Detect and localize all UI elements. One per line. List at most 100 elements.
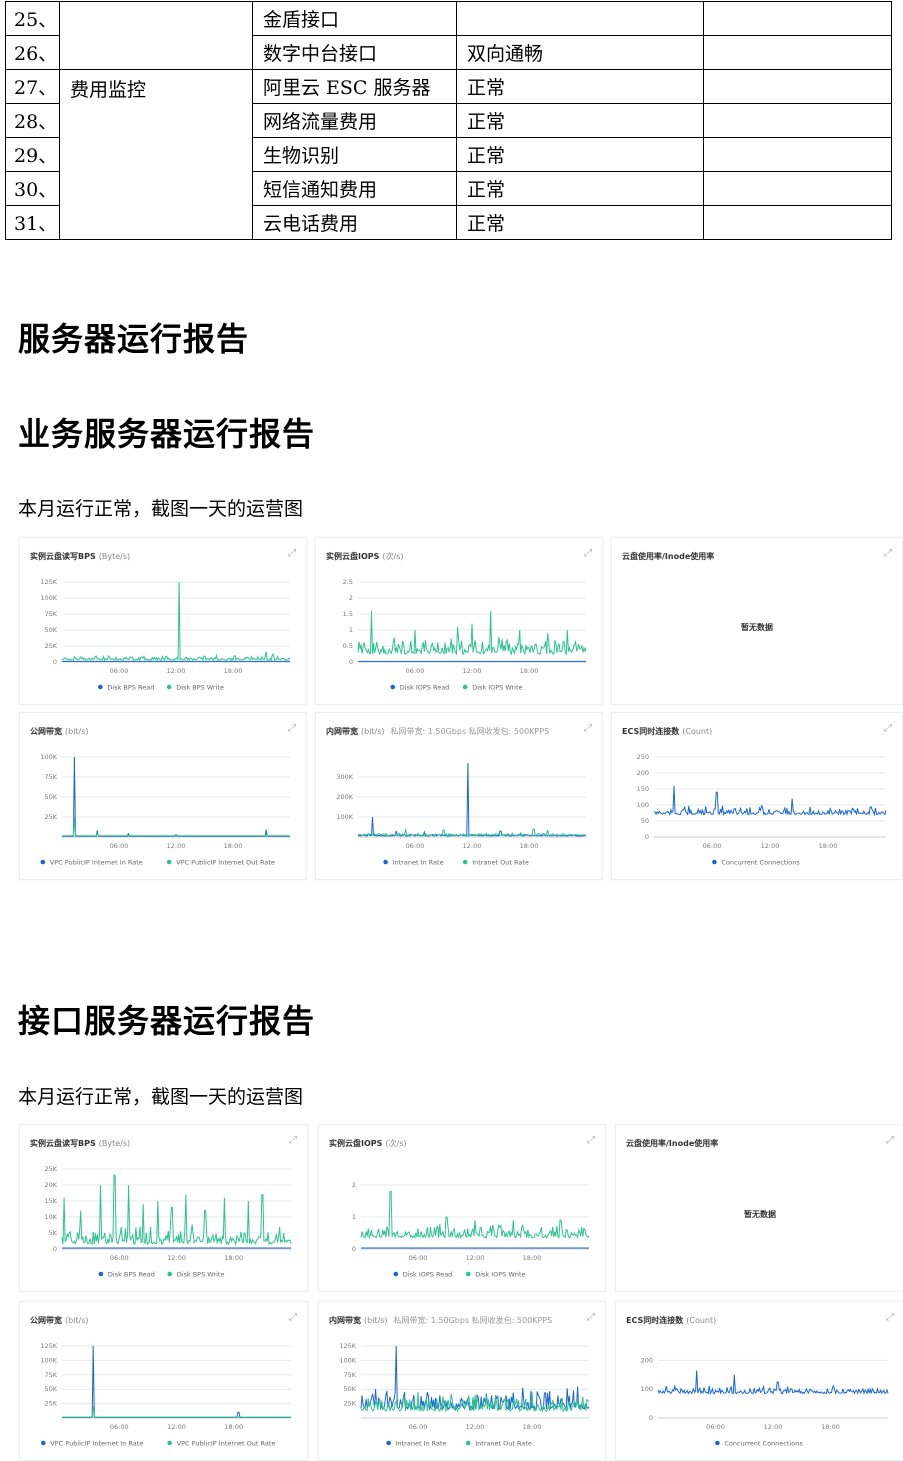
- interface-note: 本月运行正常，截图一天的运营图: [18, 1086, 304, 1108]
- row-index: 26、: [5, 35, 60, 70]
- business-report-heading: 业务服务器运行报告: [18, 415, 316, 453]
- table-row: 25、 金盾接口: [5, 1, 892, 70]
- x-tick-label: 06:00: [406, 842, 425, 850]
- legend-marker: [462, 859, 468, 865]
- legend-label: Disk BPS Read: [107, 684, 154, 692]
- y-tick-label: 2: [352, 1181, 356, 1189]
- y-tick-label: 250: [637, 753, 649, 761]
- y-tick-label: 0.5: [343, 642, 353, 650]
- x-tick-label: 18:00: [520, 842, 539, 850]
- y-tick-label: 50K: [44, 1385, 57, 1393]
- y-tick-label: 75K: [44, 610, 57, 618]
- y-tick-label: 25K: [44, 1400, 57, 1408]
- row-index: 29、: [5, 137, 60, 172]
- legend-label: VPC PublicIP Internet In Rate: [50, 1440, 143, 1448]
- y-tick-label: 125K: [339, 1342, 356, 1350]
- legend-marker: [465, 1271, 471, 1277]
- x-tick-label: 12:00: [167, 842, 186, 850]
- panel-public-bandwidth: 公网带宽 (bit/s) ⤢ 25K 50K 75K 100K 06:00 12:00 18:…: [19, 712, 307, 880]
- y-tick-label: 1: [349, 626, 353, 634]
- x-tick-label: 06:00: [110, 1423, 129, 1431]
- item-remark: [703, 137, 892, 172]
- y-tick-label: 25K: [44, 642, 57, 650]
- x-tick-label: 18:00: [523, 1423, 542, 1431]
- chart-intranet-bandwidth: 100K 200K 300K 06:00 12:00 18:00 Intranet In R…: [336, 762, 587, 867]
- x-tick-label: 12:00: [463, 667, 482, 675]
- panel-disk-iops: 实例云盘IOPS (次/s) ⤢ 0 0.5 1 1.5 2 2.5 06:00 12:00 18…: [315, 537, 603, 705]
- legend-marker: [465, 1440, 471, 1446]
- server-report-heading: 服务器运行报告: [18, 320, 250, 358]
- series-line: [357, 828, 587, 837]
- item-name: 网络流量费用: [252, 103, 457, 138]
- x-tick-label: 18:00: [523, 1254, 542, 1262]
- x-tick-label: 12:00: [463, 842, 482, 850]
- series-line: [657, 1370, 889, 1396]
- legend-marker: [40, 859, 46, 865]
- series-line: [357, 610, 587, 656]
- item-remark: [703, 171, 892, 206]
- x-tick-label: 06:00: [409, 1423, 428, 1431]
- y-tick-label: 5K: [49, 1229, 58, 1237]
- legend-marker: [462, 684, 468, 690]
- panel-title: 云盘使用率/Inode使用率: [626, 1139, 719, 1148]
- panel-disk-usage: 云盘使用率/Inode使用率 ⤢ 暂无数据: [615, 1124, 903, 1292]
- y-tick-label: 100K: [40, 594, 57, 602]
- panel-title: 云盘使用率/Inode使用率: [622, 552, 715, 561]
- item-status: 正常: [456, 205, 704, 240]
- series-line: [360, 1190, 590, 1240]
- item-name: 云电话费用: [252, 205, 457, 240]
- item-status: 正常: [456, 69, 704, 104]
- item-remark: [703, 1, 892, 36]
- legend-label: Disk IOPS Write: [475, 1271, 525, 1279]
- row-index: 25、: [5, 1, 60, 36]
- y-tick-label: 2: [349, 594, 353, 602]
- x-tick-label: 18:00: [224, 1254, 243, 1262]
- expand-icon[interactable]: ⤢: [884, 548, 892, 559]
- interface-report-heading: 接口服务器运行报告: [18, 1002, 316, 1040]
- y-tick-label: 50: [641, 817, 649, 825]
- legend-label: Intranet Out Rate: [475, 1440, 532, 1448]
- panel-connections: ECS同时连接数 (Count) ⤢ 0 100 200 06:00 12:00 18:00…: [615, 1301, 903, 1461]
- legend-label: Intranet In Rate: [393, 859, 444, 867]
- y-tick-label: 1.5: [343, 610, 353, 618]
- table-row: 27、 费用监控 阿里云 ESC 服务器 正常: [5, 69, 892, 240]
- x-tick-label: 06:00: [703, 842, 722, 850]
- legend-marker: [712, 859, 717, 865]
- chart-connections: 0 100 200 06:00 12:00 18:00 Concurrent Connect…: [641, 1356, 889, 1448]
- legend-label: Disk IOPS Read: [400, 684, 450, 692]
- legend-label: Intranet Out Rate: [472, 859, 529, 867]
- panel-disk-bps: 实例云盘读写BPS (Byte/s) ⤢ 0 25K 50K 75K 100K 125K 06…: [19, 537, 307, 705]
- chart-disk-iops: 0 0.5 1 1.5 2 2.5 06:00 12:00 18:00 Disk IOPS Rea…: [343, 578, 587, 692]
- y-tick-label: 50K: [44, 626, 57, 634]
- legend-label: Disk BPS Write: [177, 1271, 225, 1279]
- category-cell: 费用监控: [59, 69, 253, 240]
- x-tick-label: 06:00: [110, 667, 129, 675]
- y-tick-label: 100: [637, 801, 649, 809]
- panel-connections: ECS同时连接数 (Count) ⤢ 0 50 100 150 200 250 06:00 12…: [611, 712, 903, 880]
- series-line: [357, 762, 587, 837]
- x-tick-label: 18:00: [224, 667, 243, 675]
- item-remark: [703, 69, 892, 104]
- legend-marker: [390, 684, 396, 690]
- y-tick-label: 100K: [40, 753, 57, 761]
- x-tick-label: 12:00: [764, 1423, 783, 1431]
- x-tick-label: 06:00: [110, 842, 129, 850]
- chart-disk-bps: 0 25K 50K 75K 100K 125K 06:00 12:00 18:00 Disk BP…: [40, 578, 291, 692]
- panel-disk-iops: 实例云盘IOPS (次/s) ⤢ 0 1 2 06:00 12:00 18:00 Disk I…: [318, 1124, 606, 1292]
- y-tick-label: 0: [649, 1414, 653, 1422]
- item-status: [456, 1, 704, 36]
- legend-label: VPC PublicIP Internet In Rate: [50, 859, 143, 867]
- y-tick-label: 100K: [40, 1356, 57, 1364]
- chart-intranet-bandwidth: 25K 50K 75K 100K 125K 06:00 12:00 18:00 Intranet…: [339, 1342, 590, 1448]
- legend-label: Disk IOPS Read: [403, 1271, 453, 1279]
- chart-public-bandwidth: 25K 50K 75K 100K 125K 06:00 12:00 18:00 VPC Publ…: [40, 1342, 291, 1448]
- legend-marker: [167, 1271, 172, 1277]
- x-tick-label: 12:00: [466, 1423, 485, 1431]
- chart-connections: 0 50 100 150 200 250 06:00 12:00 18:00 Concurrent…: [637, 753, 887, 867]
- expand-icon[interactable]: ⤢: [886, 1135, 894, 1146]
- legend-label: VPC PublicIP Internet Out Rate: [177, 1440, 276, 1448]
- y-tick-label: 0: [645, 833, 649, 841]
- y-tick-label: 50K: [44, 793, 57, 801]
- legend-marker: [166, 859, 172, 865]
- item-remark: [703, 205, 892, 240]
